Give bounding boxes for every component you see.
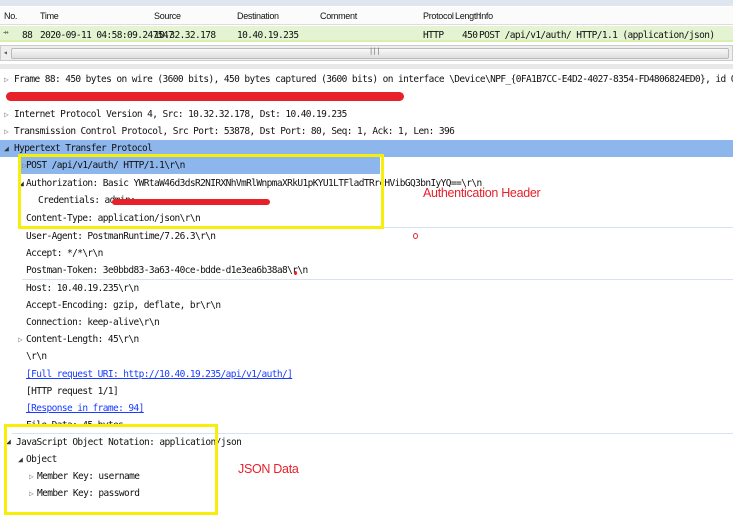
tree-content-length[interactable]: ▷ Content-Length: 45\r\n xyxy=(0,331,733,348)
tree-frame[interactable]: ▷ Frame 88: 450 bytes on wire (3600 bits)… xyxy=(0,71,733,88)
tree-full-uri[interactable]: [Full request URI: http://10.40.19.235/a… xyxy=(0,366,733,383)
expand-icon[interactable]: ▷ xyxy=(4,123,9,140)
col-info[interactable]: Info xyxy=(479,11,493,21)
scroll-left-icon[interactable]: ◂ xyxy=(3,48,8,57)
horizontal-scrollbar[interactable]: ◂ ||| xyxy=(0,45,733,61)
highlight-box-auth xyxy=(18,154,384,229)
col-comment[interactable]: Comment xyxy=(320,11,357,21)
tree-response-frame[interactable]: [Response in frame: 94] xyxy=(0,400,733,417)
request-arrow-icon: ⇸ xyxy=(3,27,9,38)
packet-protocol: HTTP xyxy=(423,30,444,41)
annotation-json-data: JSON Data xyxy=(238,462,299,476)
tree-postman-token[interactable]: Postman-Token: 3e0bbd83-3a63-40ce-bdde-d… xyxy=(0,262,733,279)
user-agent-text: User-Agent: PostmanRuntime/7.26.3\r\n xyxy=(26,231,216,242)
toolbar-strip xyxy=(0,0,733,6)
packet-row[interactable]: ⇸ 88 2020-09-11 04:58:09.247547 10.32.32… xyxy=(0,26,733,42)
tree-user-agent[interactable]: User-Agent: PostmanRuntime/7.26.3\r\n xyxy=(22,227,733,244)
expand-icon[interactable]: ▷ xyxy=(18,331,23,348)
col-length[interactable]: Length xyxy=(455,11,481,21)
tcp-text: Transmission Control Protocol, Src Port:… xyxy=(14,126,455,137)
response-frame-link[interactable]: [Response in frame: 94] xyxy=(26,400,144,417)
postman-token-text: Postman-Token: 3e0bbd83-3a63-40ce-bdde-d… xyxy=(26,265,308,276)
highlight-box-json xyxy=(4,424,218,515)
expand-icon[interactable]: ▷ xyxy=(4,71,9,88)
col-destination[interactable]: Destination xyxy=(237,11,279,21)
accept-encoding-text: Accept-Encoding: gzip, deflate, br\r\n xyxy=(26,300,221,311)
tree-connection[interactable]: Connection: keep-alive\r\n xyxy=(0,314,733,331)
packet-destination: 10.40.19.235 xyxy=(237,30,299,41)
red-mark xyxy=(413,233,418,239)
connection-text: Connection: keep-alive\r\n xyxy=(26,317,160,328)
tree-ip[interactable]: ▷ Internet Protocol Version 4, Src: 10.32… xyxy=(0,106,733,123)
col-no[interactable]: No. xyxy=(4,11,17,21)
content-length-text: Content-Length: 45\r\n xyxy=(26,334,139,345)
packet-length: 450 xyxy=(462,30,478,41)
tree-accept-encoding[interactable]: Accept-Encoding: gzip, deflate, br\r\n xyxy=(0,297,733,314)
tree-request-num[interactable]: [HTTP request 1/1] xyxy=(0,383,733,400)
red-dot xyxy=(294,271,297,275)
tree-host[interactable]: Host: 10.40.19.235\r\n xyxy=(22,279,733,296)
tree-crlf[interactable]: \r\n xyxy=(0,348,733,365)
col-time[interactable]: Time xyxy=(40,11,59,21)
redaction-mark xyxy=(6,92,404,101)
packet-info: POST /api/v1/auth/ HTTP/1.1 (application… xyxy=(479,30,715,41)
annotation-auth-header: Authentication Header xyxy=(423,186,541,200)
request-num-text: [HTTP request 1/1] xyxy=(26,386,119,397)
ip-text: Internet Protocol Version 4, Src: 10.32.… xyxy=(14,109,347,120)
pane-divider[interactable] xyxy=(0,64,733,69)
host-text: Host: 10.40.19.235\r\n xyxy=(26,283,139,294)
col-source[interactable]: Source xyxy=(154,11,181,21)
tree-tcp[interactable]: ▷ Transmission Control Protocol, Src Port… xyxy=(0,123,733,140)
full-uri-link[interactable]: [Full request URI: http://10.40.19.235/a… xyxy=(26,366,293,383)
tree-accept[interactable]: Accept: */*\r\n xyxy=(0,245,733,262)
packet-no: 88 xyxy=(22,30,33,41)
expand-icon[interactable]: ▷ xyxy=(4,106,9,123)
crlf-text: \r\n xyxy=(26,351,47,362)
accept-text: Accept: */*\r\n xyxy=(26,248,103,259)
frame-text: Frame 88: 450 bytes on wire (3600 bits),… xyxy=(14,74,733,85)
col-protocol[interactable]: Protocol xyxy=(423,11,454,21)
collapse-icon[interactable]: ◢ xyxy=(4,140,9,157)
grip-icon: ||| xyxy=(369,47,380,55)
packet-source: 10.32.32.178 xyxy=(154,30,216,41)
packet-list-header: No. Time Source Destination Comment Prot… xyxy=(0,7,733,25)
